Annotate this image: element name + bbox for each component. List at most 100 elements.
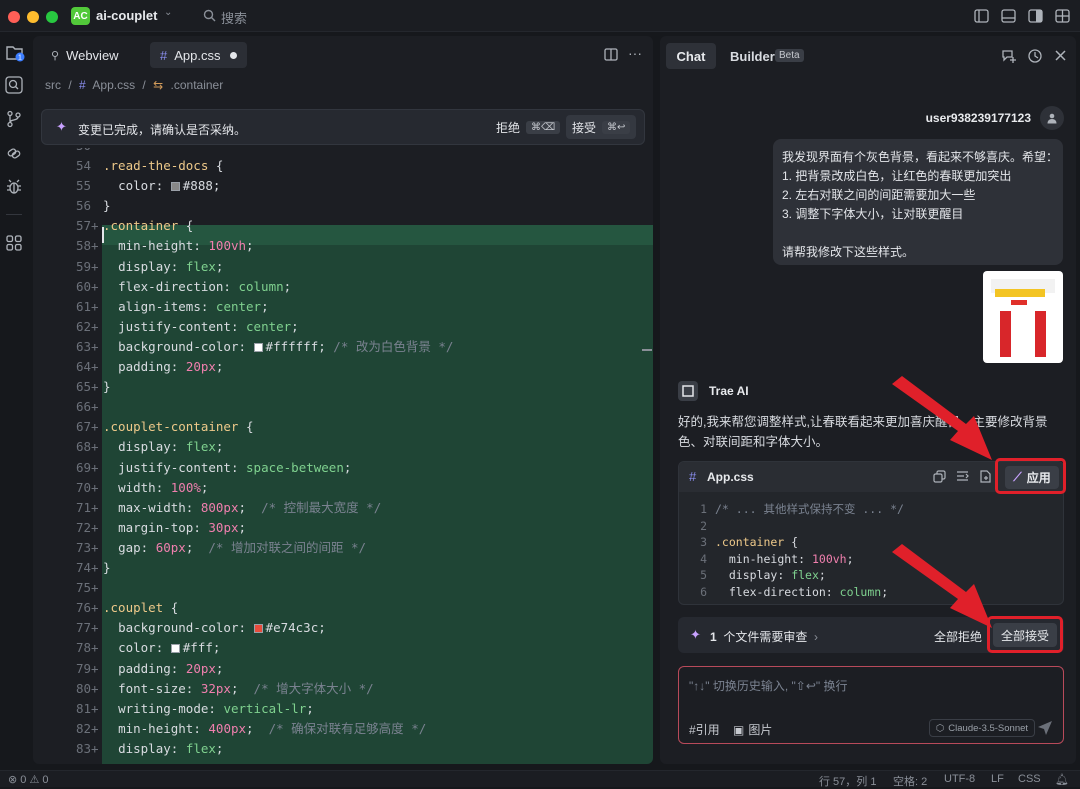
banner-message: 变更已完成，请确认是否采纳。 (78, 123, 247, 137)
minimize-window-button[interactable] (27, 11, 39, 23)
project-badge[interactable]: AC (71, 7, 90, 25)
link-icon: ⚲ (51, 49, 60, 62)
reference-button[interactable]: #引用 (689, 721, 720, 738)
scrollbar-marker[interactable] (642, 349, 652, 351)
diff-marker: + (91, 539, 99, 555)
user-icon (1047, 113, 1057, 124)
activity-bar: 1 (0, 32, 28, 770)
reject-label: 拒绝 (496, 120, 521, 135)
split-editor-icon[interactable] (604, 48, 618, 61)
editor-panel: ⚲ Webview # App.css ··· src / # App.css … (33, 36, 653, 764)
close-icon[interactable] (1054, 49, 1067, 62)
language-mode[interactable]: CSS (1018, 773, 1041, 785)
diff-marker: + (91, 258, 99, 274)
change-review-banner: ✦ 变更已完成，请确认是否采纳。 拒绝 ⌘⌫ 接受 ⌘↩ (41, 109, 645, 145)
diff-marker: + (91, 379, 99, 395)
diff-marker: + (91, 720, 99, 736)
message-line: 2. 左右对联之间的间距需要加大一些 (782, 188, 976, 202)
toggle-sidebar-icon[interactable] (974, 9, 989, 23)
code-line: 58 + min-height: 100vh; (33, 236, 653, 256)
title-bar: AC ai-couplet ⌄ 搜索 (0, 0, 1080, 32)
code-line: 82 + min-height: 400px; /* 确保对联有足够高度 */ (33, 719, 653, 739)
code-editor[interactable]: 50 54.read-the-docs {55 color: #888;56}5… (33, 148, 653, 764)
encoding[interactable]: UTF-8 (944, 773, 975, 785)
tab-label: App.css (174, 47, 221, 63)
history-icon[interactable] (1027, 48, 1043, 64)
diff-marker: + (91, 338, 99, 354)
layout-icon[interactable] (1055, 9, 1070, 23)
review-summary[interactable]: 1 个文件需要审查 › (710, 628, 818, 645)
chat-input-placeholder: "↑↓" 切换历史输入, "⇧↩" 换行 (689, 679, 848, 693)
search-icon[interactable] (203, 9, 216, 22)
breadcrumb-file[interactable]: App.css (92, 78, 135, 92)
line-number: 50 (61, 148, 91, 156)
new-file-icon[interactable] (979, 470, 992, 483)
end-of-line[interactable]: LF (991, 773, 1004, 785)
image-label: 图片 (748, 723, 773, 737)
svg-text:1: 1 (18, 55, 22, 62)
tab-builder[interactable]: Builder (730, 49, 775, 64)
model-selector[interactable]: ⬡ Claude-3.5-Sonnet (929, 719, 1036, 737)
notifications-bell-icon[interactable]: 🔔︎ (1055, 773, 1069, 786)
code-text: } (103, 198, 111, 214)
unsaved-dot-icon[interactable] (230, 51, 238, 59)
highlight-box (995, 458, 1066, 494)
diff-marker: + (91, 459, 99, 475)
problems-indicator[interactable]: ⊗ 0 ⚠ 0 (8, 773, 49, 786)
debug-icon[interactable] (5, 178, 23, 196)
apps-grid-icon[interactable] (5, 234, 23, 252)
line-number: 65 (75, 379, 91, 395)
insert-at-cursor-icon[interactable] (956, 470, 969, 483)
extensions-link-icon[interactable] (5, 144, 23, 162)
review-count: 1 (710, 630, 717, 644)
toggle-auxiliary-bar-icon[interactable] (1028, 9, 1043, 23)
code-text: min-height: 100vh; (728, 551, 854, 566)
source-control-icon[interactable] (5, 110, 23, 128)
line-number: 83 (75, 740, 91, 756)
tab-webview[interactable]: ⚲ Webview (41, 42, 129, 68)
breadcrumb-symbol[interactable]: .container (171, 78, 224, 92)
send-icon[interactable] (1037, 719, 1053, 735)
accept-button[interactable]: 接受 ⌘↩ (566, 115, 637, 139)
close-window-button[interactable] (8, 11, 20, 23)
code-line: 81 + writing-mode: vertical-lr; (33, 699, 653, 719)
toggle-panel-icon[interactable] (1001, 9, 1016, 23)
image-icon: ▣ (733, 723, 745, 737)
attached-screenshot-thumbnail[interactable] (983, 271, 1063, 363)
new-chat-icon[interactable] (1001, 48, 1017, 64)
breadcrumb-folder[interactable]: src (45, 78, 61, 92)
tab-chat[interactable]: Chat (666, 43, 716, 69)
ai-avatar (678, 381, 698, 401)
line-number: 79 (75, 660, 91, 676)
project-name[interactable]: ai-couplet (96, 8, 157, 23)
editor-tabs: ⚲ Webview # App.css ··· (33, 36, 653, 74)
diff-marker: + (91, 479, 99, 495)
code-text: /* ... 其他样式保持不变 ... */ (715, 502, 904, 516)
beta-badge: Beta (775, 49, 804, 62)
diff-marker: + (91, 419, 99, 435)
hash-icon: # (79, 78, 86, 92)
more-icon[interactable]: ··· (628, 45, 642, 61)
copy-icon[interactable] (933, 470, 946, 483)
code-card-filename: App.css (707, 470, 754, 484)
search-input[interactable]: 搜索 (221, 8, 247, 27)
diff-marker: + (91, 580, 99, 596)
message-line: 3. 调整下字体大小，让对联更醒目 (782, 207, 964, 221)
code-text: display: flex; (728, 568, 826, 583)
code-text: gap: 60px; /* 增加对联之间的间距 */ (118, 539, 367, 555)
line-number: 76 (75, 600, 91, 616)
search-view-icon[interactable] (5, 76, 23, 94)
diff-marker: + (91, 399, 99, 415)
reject-button[interactable]: 拒绝 ⌘⌫ (490, 115, 566, 139)
maximize-window-button[interactable] (46, 11, 58, 23)
user-message: 我发现界面有个灰色背景，看起来不够喜庆。希望： 1. 把背景改成白色，让红色的春… (773, 139, 1063, 265)
diff-marker: + (91, 439, 99, 455)
tab-app-css[interactable]: # App.css (150, 42, 248, 68)
code-text: .couplet { (103, 600, 179, 616)
selector-icon: ⇆ (153, 78, 164, 92)
chevron-down-icon[interactable]: ⌄ (164, 7, 172, 18)
explorer-icon[interactable]: 1 (5, 43, 25, 63)
image-button[interactable]: ▣ 图片 (733, 721, 772, 738)
code-text: .container { (103, 218, 194, 234)
chat-input[interactable]: "↑↓" 切换历史输入, "⇧↩" 换行 #引用 ▣ 图片 ⬡ Claude-3.5… (678, 666, 1064, 744)
